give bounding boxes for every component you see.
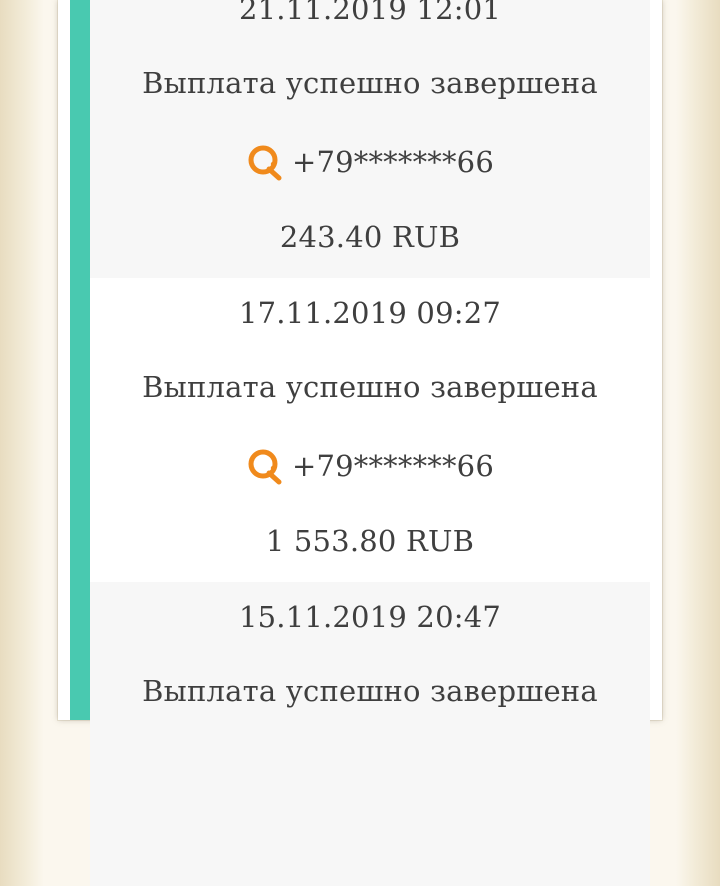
payout-date: 15.11.2019 20:47 [238,600,502,634]
payout-phone: +79*******66 [291,449,494,483]
payout-phone: +79*******66 [291,145,494,179]
payout-row: 15.11.2019 20:47 Выплата успешно заверше… [90,582,650,886]
payout-list: 21.11.2019 12:01 Выплата успешно заверше… [90,0,650,886]
payout-amount: 243.40 RUB [279,220,461,254]
qiwi-icon [248,449,282,485]
accent-bar [70,0,90,720]
payout-date: 17.11.2019 09:27 [238,296,502,330]
payout-date: 21.11.2019 12:01 [238,0,502,26]
payout-status: Выплата успешно завершена [142,370,598,404]
payout-destination: +79*******66 [90,142,650,189]
payout-destination: +79*******66 [90,446,650,493]
payout-status: Выплата успешно завершена [142,66,598,100]
payout-status: Выплата успешно завершена [142,674,598,708]
qiwi-icon [248,145,282,181]
payout-amount: 1 553.80 RUB [265,524,475,558]
payout-row: 21.11.2019 12:01 Выплата успешно заверше… [90,0,650,278]
payout-row: 17.11.2019 09:27 Выплата успешно заверше… [90,278,650,582]
